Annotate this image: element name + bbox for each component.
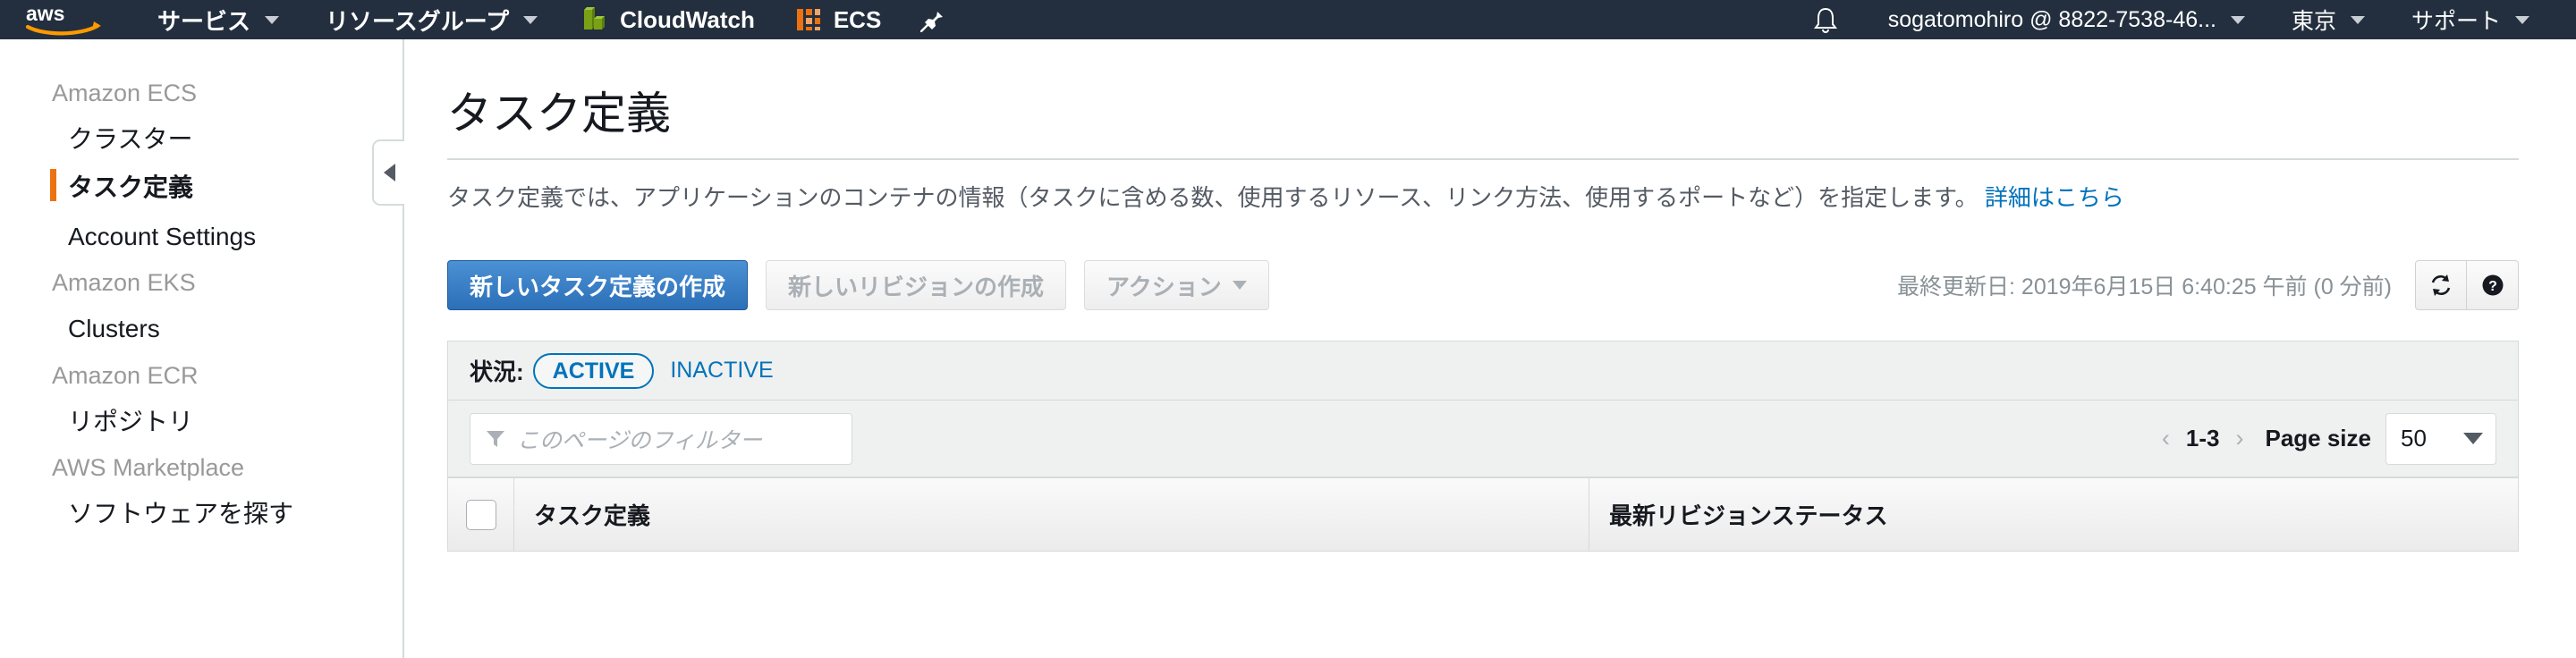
table-controls-row: このページのフィルター ‹ 1-3 › Page size 50 bbox=[448, 401, 2518, 478]
page-body: Amazon ECS クラスター タスク定義 Account Settings … bbox=[0, 39, 2576, 658]
nav-item-resource-groups[interactable]: リソースグループ bbox=[302, 0, 561, 39]
table-header-select-all bbox=[448, 478, 514, 552]
support-menu[interactable]: サポート bbox=[2388, 0, 2553, 39]
page-title: タスク定義 bbox=[447, 89, 671, 139]
pagination-prev-button[interactable]: ‹ bbox=[2160, 425, 2172, 452]
bell-icon bbox=[1813, 7, 1837, 33]
select-all-checkbox[interactable] bbox=[465, 499, 496, 530]
sidebar-item-discover-software[interactable]: ソフトウェアを探す bbox=[0, 490, 402, 538]
top-navigation-bar: aws サービス リソースグループ CloudWatch ECS sogatom… bbox=[0, 0, 2576, 39]
nav-shortcut-cloudwatch-label: CloudWatch bbox=[620, 5, 755, 33]
chevron-down-icon bbox=[265, 15, 280, 24]
chevron-down-icon bbox=[523, 15, 538, 24]
create-revision-button[interactable]: 新しいリビジョンの作成 bbox=[766, 260, 1067, 311]
status-filter-inactive[interactable]: INACTIVE bbox=[670, 358, 773, 384]
sidebar-collapse-button[interactable] bbox=[372, 139, 404, 206]
chevron-down-icon bbox=[2350, 15, 2365, 24]
sidebar-navigation: Amazon ECS クラスター タスク定義 Account Settings … bbox=[0, 39, 404, 658]
task-definitions-panel: 状況: ACTIVE INACTIVE このページのフィルター ‹ 1-3 › … bbox=[447, 341, 2519, 553]
nav-shortcut-ecs[interactable]: ECS bbox=[775, 0, 901, 39]
create-task-definition-button[interactable]: 新しいタスク定義の作成 bbox=[447, 260, 749, 311]
sidebar-item-clusters-ecs[interactable]: クラスター bbox=[0, 115, 402, 164]
chevron-down-icon bbox=[2515, 15, 2529, 24]
nav-shortcut-ecs-label: ECS bbox=[833, 5, 882, 33]
chevron-left-icon bbox=[383, 164, 395, 181]
utility-button-group: ? bbox=[2415, 260, 2519, 311]
nav-right-group: sogatomohiro @ 8822-7538-46... 東京 サポート bbox=[1786, 0, 2576, 39]
sidebar-item-clusters-eks[interactable]: Clusters bbox=[0, 305, 402, 353]
main-content: タスク定義 タスク定義では、アプリケーションのコンテナの情報（タスクに含める数、… bbox=[404, 39, 2576, 658]
actions-dropdown-label: アクション bbox=[1106, 273, 1222, 300]
ecs-icon bbox=[796, 9, 820, 30]
funnel-icon bbox=[487, 430, 504, 447]
help-button[interactable]: ? bbox=[2467, 260, 2519, 311]
learn-more-link[interactable]: 詳細はこちら bbox=[1985, 184, 2124, 211]
chevron-down-icon bbox=[2230, 15, 2245, 24]
title-divider bbox=[447, 158, 2519, 160]
pin-icon bbox=[920, 8, 944, 32]
action-bar: 新しいタスク定義の作成 新しいリビジョンの作成 アクション 最終更新日: 201… bbox=[447, 260, 2519, 311]
sidebar-item-repositories[interactable]: リポジトリ bbox=[0, 398, 402, 446]
chevron-down-icon bbox=[1232, 281, 1247, 291]
pagination-next-button[interactable]: › bbox=[2233, 425, 2245, 452]
help-icon: ? bbox=[2482, 274, 2503, 296]
table-header-latest-revision-status[interactable]: 最新リビジョンステータス bbox=[1589, 478, 2518, 551]
aws-logo-icon: aws bbox=[25, 4, 101, 36]
sidebar-item-account-settings[interactable]: Account Settings bbox=[0, 213, 402, 261]
nav-item-services-label: サービス bbox=[157, 7, 251, 35]
actions-dropdown-button[interactable]: アクション bbox=[1084, 260, 1269, 311]
page-size-select[interactable]: 50 bbox=[2385, 412, 2496, 465]
filter-input[interactable]: このページのフィルター bbox=[470, 412, 852, 465]
region-menu[interactable]: 東京 bbox=[2268, 0, 2388, 39]
status-filter-active[interactable]: ACTIVE bbox=[532, 352, 655, 390]
notifications-button[interactable] bbox=[1786, 6, 1865, 33]
page-size-value: 50 bbox=[2401, 425, 2427, 452]
refresh-icon bbox=[2431, 274, 2451, 297]
sidebar-group-amazon-ecr: Amazon ECR bbox=[52, 361, 199, 389]
account-menu[interactable]: sogatomohiro @ 8822-7538-46... bbox=[1865, 0, 2268, 39]
sidebar-group-amazon-eks: Amazon EKS bbox=[52, 269, 196, 297]
aws-logo[interactable]: aws bbox=[0, 0, 134, 39]
support-menu-label: サポート bbox=[2411, 9, 2501, 34]
status-filter-row: 状況: ACTIVE INACTIVE bbox=[448, 342, 2518, 401]
svg-text:aws: aws bbox=[26, 4, 64, 25]
pagination-controls: ‹ 1-3 › Page size 50 bbox=[2160, 412, 2496, 465]
page-description-text: タスク定義では、アプリケーションのコンテナの情報（タスクに含める数、使用するリソ… bbox=[447, 184, 1979, 211]
filter-input-placeholder: このページのフィルター bbox=[517, 427, 763, 453]
sidebar-group-amazon-ecs: Amazon ECS bbox=[52, 80, 198, 106]
account-menu-label: sogatomohiro @ 8822-7538-46... bbox=[1887, 6, 2216, 32]
task-definitions-table-header: タスク定義 最新リビジョンステータス bbox=[448, 477, 2518, 552]
cloudwatch-icon bbox=[584, 7, 606, 30]
refresh-button[interactable] bbox=[2415, 260, 2467, 311]
table-header-task-definition[interactable]: タスク定義 bbox=[514, 478, 1589, 552]
svg-text:?: ? bbox=[2488, 279, 2497, 294]
last-updated-text: 最終更新日: 2019年6月15日 6:40:25 午前 (0 分前) bbox=[1897, 274, 2392, 300]
sidebar-item-task-definitions[interactable]: タスク定義 bbox=[0, 164, 402, 212]
pin-shortcut-button[interactable] bbox=[901, 0, 963, 39]
nav-item-services[interactable]: サービス bbox=[134, 0, 302, 39]
nav-item-resource-groups-label: リソースグループ bbox=[326, 7, 510, 35]
pagination-range: 1-3 bbox=[2185, 425, 2220, 452]
page-size-label: Page size bbox=[2265, 425, 2371, 452]
nav-shortcut-cloudwatch[interactable]: CloudWatch bbox=[561, 0, 775, 39]
sidebar-group-aws-marketplace: AWS Marketplace bbox=[52, 453, 245, 481]
status-filter-label: 状況: bbox=[470, 359, 524, 386]
region-menu-label: 東京 bbox=[2291, 9, 2336, 34]
chevron-down-icon bbox=[2463, 433, 2483, 445]
page-description: タスク定義では、アプリケーションのコンテナの情報（タスクに含める数、使用するリソ… bbox=[447, 181, 2519, 214]
